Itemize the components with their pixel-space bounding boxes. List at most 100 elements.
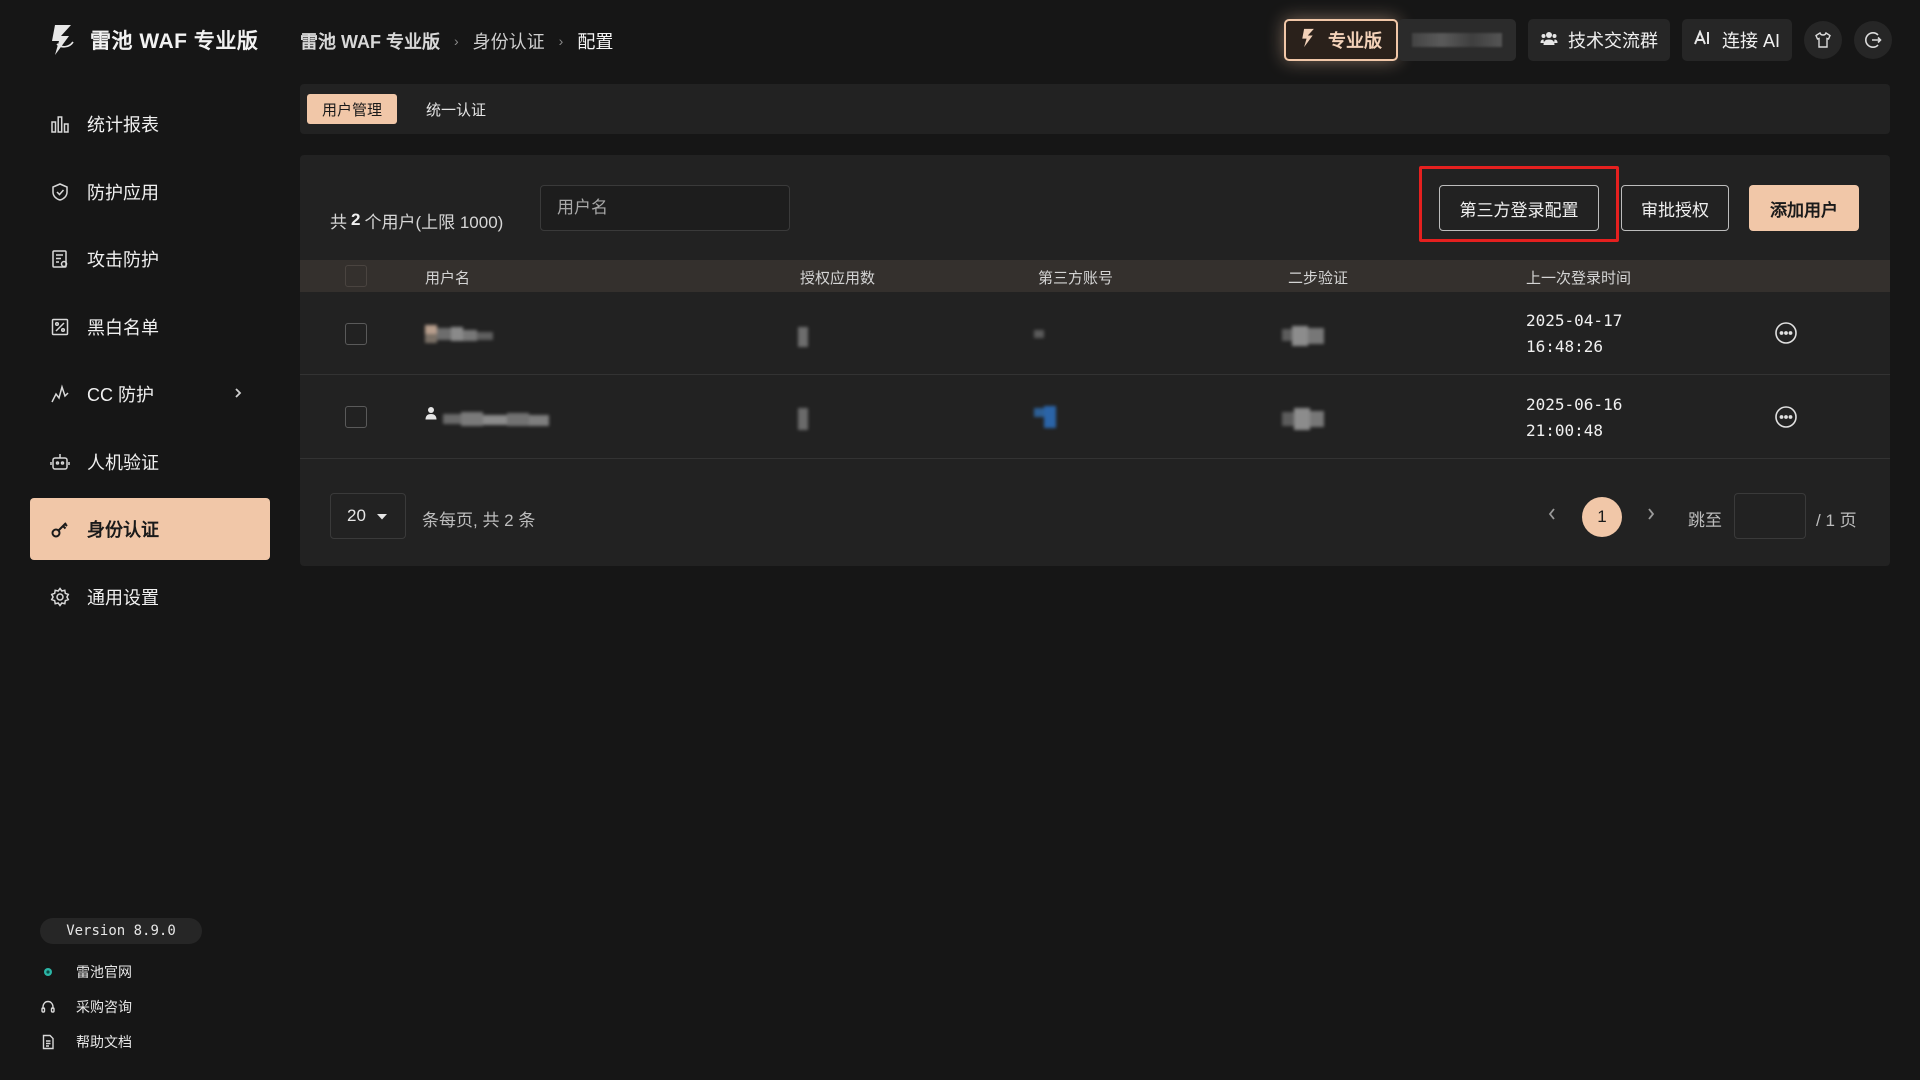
sidebar-item-general-settings[interactable]: 通用设置	[30, 566, 270, 628]
more-options-icon[interactable]	[1774, 405, 1798, 434]
official-site-link[interactable]: 雷池官网	[40, 954, 132, 989]
help-docs-link[interactable]: 帮助文档	[40, 1024, 132, 1059]
login-date: 2025-06-16	[1526, 395, 1623, 414]
shirt-icon[interactable]	[1804, 21, 1842, 59]
sidebar-item-captcha[interactable]: 人机验证	[30, 431, 270, 493]
account-info-blurred[interactable]	[1397, 19, 1516, 61]
user-total-count: 2	[351, 210, 361, 229]
last-login-time: 2025-06-16 21:00:48	[1526, 392, 1622, 444]
next-page-icon[interactable]	[1646, 506, 1656, 527]
robot-icon	[49, 451, 71, 473]
breadcrumb: 雷池 WAF 专业版 › 身份认证 › 配置	[300, 28, 613, 54]
username-search-input[interactable]	[540, 185, 790, 231]
sidebar-item-label: 攻击防护	[87, 250, 159, 270]
user-total: 共 2 个用户(上限 1000)	[330, 197, 503, 243]
percent-list-icon	[49, 316, 71, 338]
pro-edition-label: 专业版	[1327, 31, 1382, 51]
sidebar-item-allow-deny-list[interactable]: 黑白名单	[30, 296, 270, 358]
last-login-time: 2025-04-17 16:48:26	[1526, 308, 1622, 360]
sidebar: 雷池 WAF 专业版 统计报表 防护应用 攻击防护 黑白名单 CC 防护 人机验…	[0, 0, 285, 1080]
row-checkbox[interactable]	[345, 323, 367, 345]
sidebar-item-label: 统计报表	[87, 115, 159, 135]
chevron-right-icon: ›	[558, 33, 564, 49]
community-group-button[interactable]: 技术交流群	[1527, 19, 1670, 61]
two-factor-blurred	[1282, 408, 1324, 430]
shield-icon	[49, 181, 71, 203]
page-size-select[interactable]: 20	[330, 493, 406, 539]
sidebar-item-label: CC 防护	[87, 385, 154, 405]
lightning-logo-icon	[48, 22, 78, 58]
tab-user-management[interactable]: 用户管理	[307, 94, 398, 124]
per-page-text: 条每页, 共 2 条	[422, 511, 536, 530]
login-time: 16:48:26	[1526, 337, 1604, 356]
column-header: 第三方账号	[1038, 270, 1114, 287]
table-row[interactable]: 2025-04-17 16:48:26	[300, 292, 1890, 375]
jump-to-page-input[interactable]	[1734, 493, 1806, 539]
sub-tabs: 用户管理 统一认证	[300, 84, 1890, 134]
user-icon	[425, 406, 439, 425]
footer-link-label: 帮助文档	[76, 1033, 132, 1050]
version-badge: Version 8.9.0	[40, 918, 202, 944]
sidebar-item-cc-protection[interactable]: CC 防护	[30, 363, 270, 425]
table-header: 用户名 授权应用数 第三方账号 二步验证 上一次登录时间	[300, 260, 1890, 292]
user-total-prefix: 共	[330, 212, 347, 232]
jump-to-label: 跳至	[1688, 511, 1722, 530]
breadcrumb-item[interactable]: 身份认证	[473, 28, 545, 54]
third-party-login-config-button[interactable]: 第三方登录配置	[1439, 185, 1599, 231]
app-count-blurred	[798, 408, 808, 430]
login-time: 21:00:48	[1526, 421, 1604, 440]
select-all-checkbox[interactable]	[345, 265, 367, 287]
page-size-value: 20	[347, 506, 366, 525]
sidebar-footer-links: 雷池官网 采购咨询 帮助文档	[40, 954, 132, 1059]
sidebar-item-label: 通用设置	[87, 587, 159, 608]
pro-edition-button[interactable]: 专业版	[1283, 19, 1398, 61]
connect-ai-button[interactable]: 连接 AI	[1681, 19, 1792, 61]
username-blurred	[425, 325, 495, 343]
community-group-label: 技术交流群	[1567, 31, 1658, 51]
doc-icon	[40, 1034, 56, 1050]
sidebar-item-label: 防护应用	[87, 182, 159, 203]
pulse-icon	[49, 383, 71, 405]
users-icon	[1540, 30, 1558, 51]
gear-icon	[49, 586, 71, 608]
total-pages-text: / 1 页	[1816, 511, 1857, 530]
prev-page-icon[interactable]	[1547, 506, 1557, 527]
column-header: 二步验证	[1288, 270, 1349, 287]
approve-authorization-button[interactable]: 审批授权	[1621, 185, 1729, 231]
page-number-current[interactable]: 1	[1582, 497, 1622, 537]
username-blurred	[443, 410, 551, 428]
sidebar-item-apps[interactable]: 防护应用	[30, 161, 270, 223]
caret-down-icon	[376, 506, 388, 526]
chevron-right-icon: ›	[454, 33, 459, 49]
connect-ai-label: 连接 AI	[1721, 31, 1780, 51]
add-user-button[interactable]: 添加用户	[1749, 185, 1859, 231]
login-date: 2025-04-17	[1526, 311, 1623, 330]
more-options-icon[interactable]	[1774, 321, 1798, 350]
sidebar-nav: 统计报表 防护应用 攻击防护 黑白名单 CC 防护 人机验证 身份认证 通用设置	[30, 93, 270, 633]
purchase-consult-link[interactable]: 采购咨询	[40, 989, 132, 1024]
logout-icon[interactable]	[1854, 21, 1892, 59]
app-logo[interactable]: 雷池 WAF 专业版	[48, 20, 258, 60]
breadcrumb-item[interactable]: 雷池 WAF 专业版	[300, 28, 440, 54]
header-actions: 专业版 技术交流群 连接 AI	[1283, 19, 1892, 61]
pagination: 20 条每页, 共 2 条 1 跳至 / 1 页	[300, 490, 1890, 540]
third-party-account-blurred	[1034, 406, 1056, 428]
column-header: 上一次登录时间	[1526, 270, 1632, 287]
sidebar-item-statistics[interactable]: 统计报表	[30, 93, 270, 155]
sidebar-item-attack-protection[interactable]: 攻击防护	[30, 228, 270, 290]
footer-link-label: 采购咨询	[76, 998, 132, 1015]
sidebar-item-label: 人机验证	[87, 452, 159, 473]
tab-unified-auth[interactable]: 统一认证	[411, 94, 501, 124]
app-name: 雷池 WAF 专业版	[90, 30, 259, 53]
user-management-panel: 共 2 个用户(上限 1000) 第三方登录配置 审批授权 添加用户 用户名 授…	[300, 155, 1890, 566]
sidebar-item-identity-auth[interactable]: 身份认证	[30, 498, 270, 560]
row-checkbox[interactable]	[345, 406, 367, 428]
headset-icon	[40, 999, 56, 1015]
sidebar-item-label: 黑白名单	[87, 317, 159, 338]
footer-link-label: 雷池官网	[76, 963, 132, 980]
table-row[interactable]: 2025-06-16 21:00:48	[300, 376, 1890, 459]
ai-icon	[1694, 28, 1712, 51]
chevron-right-icon[interactable]	[232, 384, 244, 407]
key-icon	[49, 518, 71, 540]
column-header: 用户名	[425, 270, 471, 287]
